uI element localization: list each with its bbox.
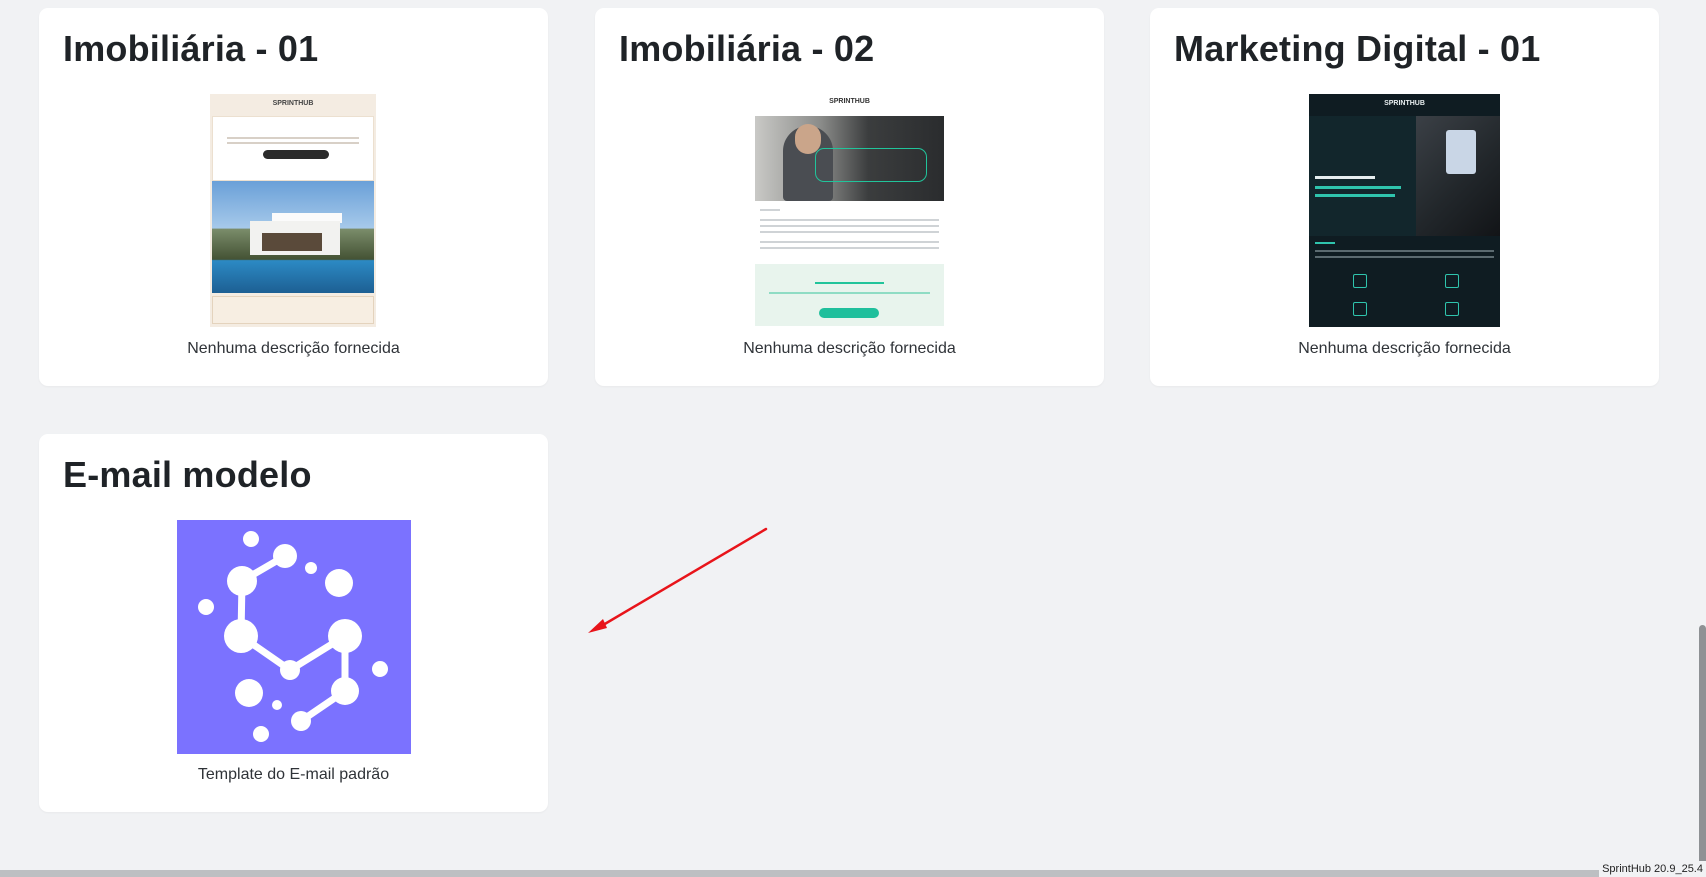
horizontal-scrollbar[interactable]	[0, 870, 1706, 877]
template-card-email-modelo[interactable]: E-mail modelo Template do E-mail padrão	[39, 434, 548, 812]
template-thumbnail[interactable]: SPRINTHUB ​	[210, 94, 376, 327]
marketing-icon	[1353, 274, 1367, 288]
thumbnail-line	[760, 231, 939, 233]
thumbnail-line	[1315, 250, 1494, 252]
thumbnail-footer	[212, 296, 374, 324]
logo-image: SPRINTHUB	[829, 98, 870, 105]
office-photo	[1416, 116, 1500, 236]
sprinthub-logo-icon	[198, 531, 388, 742]
thumbnail-line	[760, 209, 780, 211]
template-thumbnail[interactable]	[177, 520, 411, 754]
hero-image	[755, 116, 944, 201]
templates-page: Imobiliária - 01 SPRINTHUB ​ Nenhuma des…	[0, 0, 1706, 877]
template-title: E-mail modelo	[63, 454, 312, 495]
thumbnail-line	[1315, 194, 1395, 197]
template-description: Nenhuma descrição fornecida	[187, 340, 400, 357]
thumbnail-line	[1315, 186, 1401, 189]
thumbnail-line	[1315, 256, 1494, 258]
house-photo	[212, 181, 374, 293]
template-description: Template do E-mail padrão	[197, 766, 390, 783]
template-title: Marketing Digital - 01	[1174, 28, 1541, 69]
thumbnail-line	[1315, 176, 1375, 179]
design-icon	[1445, 302, 1459, 316]
template-title: Imobiliária - 01	[63, 28, 319, 69]
thumbnail-line	[227, 142, 359, 144]
template-thumbnail[interactable]: SPRINTHUB	[1309, 94, 1500, 327]
template-card-marketing-digital-01[interactable]: Marketing Digital - 01 SPRINTHUB Nenhuma…	[1150, 8, 1659, 386]
logo-image: SPRINTHUB	[1384, 100, 1425, 107]
template-card-imobiliaria-01[interactable]: Imobiliária - 01 SPRINTHUB ​ Nenhuma des…	[39, 8, 548, 386]
template-thumbnail[interactable]: SPRINTHUB	[755, 94, 944, 334]
thumbnail-text-block: ​	[212, 116, 374, 181]
thumbnail-line	[769, 292, 930, 294]
thumbnail-line	[760, 225, 939, 227]
template-description: Nenhuma descrição fornecida	[1298, 340, 1511, 357]
thumbnail-line	[227, 137, 359, 139]
screen-shape	[1446, 130, 1476, 174]
thumbnail-button	[819, 308, 879, 318]
thumbnail-button	[263, 150, 329, 159]
thumbnail-line	[760, 219, 939, 221]
thumbnail-line	[760, 247, 939, 249]
house-window	[262, 233, 322, 251]
template-description: Nenhuma descrição fornecida	[743, 340, 956, 357]
hero-image	[1309, 116, 1500, 236]
hero-callout	[815, 148, 927, 182]
crm-icon	[1445, 274, 1459, 288]
template-card-imobiliaria-02[interactable]: Imobiliária - 02 SPRINTHUB Nenhuma descr…	[595, 8, 1104, 386]
vertical-scrollbar[interactable]	[1699, 0, 1706, 877]
logo-image: SPRINTHUB	[272, 100, 314, 107]
thumbnail-line	[760, 241, 939, 243]
thumbnail-green-section	[755, 264, 944, 326]
thumbnail-line	[1315, 242, 1335, 244]
web-icon	[1353, 302, 1367, 316]
thumbnail-heading: ​	[213, 126, 373, 133]
thumbnail-line	[815, 282, 884, 284]
version-label: SprintHub 20.9_25.4	[1599, 861, 1706, 877]
scrollbar-thumb[interactable]	[1699, 625, 1706, 877]
template-title: Imobiliária - 02	[619, 28, 875, 69]
